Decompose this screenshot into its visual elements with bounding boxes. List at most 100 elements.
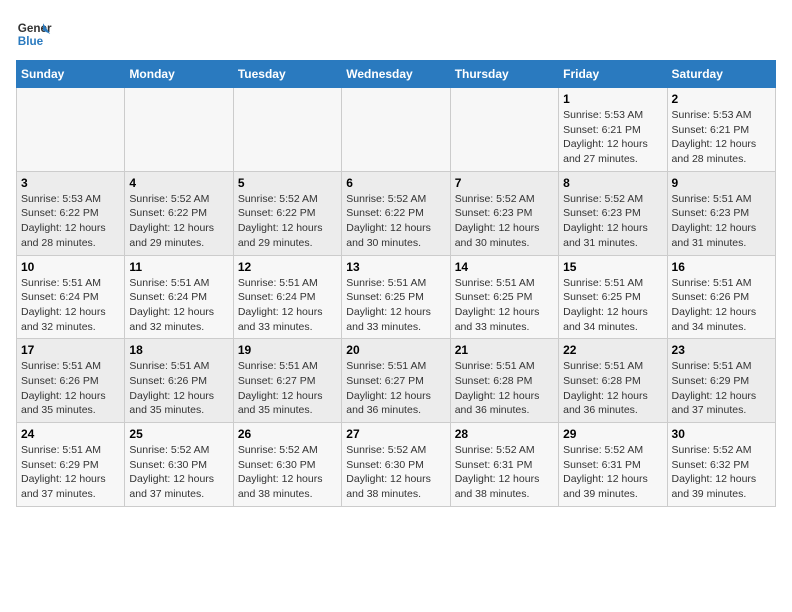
- calendar-cell: 26Sunrise: 5:52 AM Sunset: 6:30 PM Dayli…: [233, 423, 341, 507]
- weekday-header-cell: Thursday: [450, 61, 558, 88]
- calendar-cell: 17 Sunrise: 5:51 AM Sunset: 6:26 PM Dayli…: [17, 339, 125, 423]
- calendar-body: 1 Sunrise: 5:53 AM Sunset: 6:21 PM Daylig…: [17, 88, 776, 507]
- day-info: Sunrise: 5:53 AM Sunset: 6:21 PM Dayligh…: [672, 108, 771, 167]
- day-number: 24: [21, 427, 120, 441]
- day-number: 14: [455, 260, 554, 274]
- day-number: 19: [238, 343, 337, 357]
- day-info: Sunrise: 5:52 AM Sunset: 6:31 PM Dayligh…: [563, 443, 662, 502]
- weekday-header-cell: Saturday: [667, 61, 775, 88]
- day-info: Sunrise: 5:51 AM Sunset: 6:29 PM Dayligh…: [21, 443, 120, 502]
- calendar-cell: 11 Sunrise: 5:51 AM Sunset: 6:24 PM Dayli…: [125, 255, 233, 339]
- calendar-cell: 9 Sunrise: 5:51 AM Sunset: 6:23 PM Daylig…: [667, 171, 775, 255]
- day-number: 2: [672, 92, 771, 106]
- day-number: 22: [563, 343, 662, 357]
- day-number: 1: [563, 92, 662, 106]
- weekday-header-row: SundayMondayTuesdayWednesdayThursdayFrid…: [17, 61, 776, 88]
- calendar-cell: 16 Sunrise: 5:51 AM Sunset: 6:26 PM Dayli…: [667, 255, 775, 339]
- day-info: Sunrise: 5:51 AM Sunset: 6:24 PM Dayligh…: [21, 276, 120, 335]
- day-info: Sunrise: 5:51 AM Sunset: 6:24 PM Dayligh…: [238, 276, 337, 335]
- day-number: 9: [672, 176, 771, 190]
- calendar-cell: 30 Sunrise: 5:52 AM Sunset: 6:32 PM Dayli…: [667, 423, 775, 507]
- calendar-cell: 12 Sunrise: 5:51 AM Sunset: 6:24 PM Dayli…: [233, 255, 341, 339]
- calendar-cell: 6 Sunrise: 5:52 AM Sunset: 6:22 PM Daylig…: [342, 171, 450, 255]
- day-number: 7: [455, 176, 554, 190]
- calendar-cell: 18Sunrise: 5:51 AM Sunset: 6:26 PM Dayli…: [125, 339, 233, 423]
- day-info: Sunrise: 5:53 AM Sunset: 6:21 PM Dayligh…: [563, 108, 662, 167]
- day-info: Sunrise: 5:51 AM Sunset: 6:27 PM Dayligh…: [238, 359, 337, 418]
- calendar-cell: 21Sunrise: 5:51 AM Sunset: 6:28 PM Dayli…: [450, 339, 558, 423]
- day-info: Sunrise: 5:51 AM Sunset: 6:24 PM Dayligh…: [129, 276, 228, 335]
- day-info: Sunrise: 5:52 AM Sunset: 6:23 PM Dayligh…: [455, 192, 554, 251]
- day-info: Sunrise: 5:51 AM Sunset: 6:26 PM Dayligh…: [672, 276, 771, 335]
- day-number: 26: [238, 427, 337, 441]
- day-number: 10: [21, 260, 120, 274]
- weekday-header-cell: Friday: [559, 61, 667, 88]
- logo-icon: General Blue: [16, 16, 52, 52]
- day-info: Sunrise: 5:52 AM Sunset: 6:22 PM Dayligh…: [129, 192, 228, 251]
- day-number: 17: [21, 343, 120, 357]
- calendar-cell: 3 Sunrise: 5:53 AM Sunset: 6:22 PM Daylig…: [17, 171, 125, 255]
- calendar-cell: [450, 88, 558, 172]
- calendar-cell: 25 Sunrise: 5:52 AM Sunset: 6:30 PM Dayli…: [125, 423, 233, 507]
- day-number: 15: [563, 260, 662, 274]
- calendar-week-row: 24 Sunrise: 5:51 AM Sunset: 6:29 PM Dayli…: [17, 423, 776, 507]
- calendar-cell: 28Sunrise: 5:52 AM Sunset: 6:31 PM Dayli…: [450, 423, 558, 507]
- day-number: 27: [346, 427, 445, 441]
- calendar-cell: 2 Sunrise: 5:53 AM Sunset: 6:21 PM Daylig…: [667, 88, 775, 172]
- day-number: 6: [346, 176, 445, 190]
- calendar-cell: 27 Sunrise: 5:52 AM Sunset: 6:30 PM Dayli…: [342, 423, 450, 507]
- calendar: SundayMondayTuesdayWednesdayThursdayFrid…: [16, 60, 776, 507]
- day-info: Sunrise: 5:51 AM Sunset: 6:29 PM Dayligh…: [672, 359, 771, 418]
- calendar-week-row: 10 Sunrise: 5:51 AM Sunset: 6:24 PM Dayli…: [17, 255, 776, 339]
- day-number: 3: [21, 176, 120, 190]
- day-info: Sunrise: 5:51 AM Sunset: 6:26 PM Dayligh…: [21, 359, 120, 418]
- calendar-cell: 5 Sunrise: 5:52 AM Sunset: 6:22 PM Daylig…: [233, 171, 341, 255]
- calendar-cell: [125, 88, 233, 172]
- day-number: 11: [129, 260, 228, 274]
- calendar-cell: 24 Sunrise: 5:51 AM Sunset: 6:29 PM Dayli…: [17, 423, 125, 507]
- day-number: 5: [238, 176, 337, 190]
- calendar-cell: 19 Sunrise: 5:51 AM Sunset: 6:27 PM Dayli…: [233, 339, 341, 423]
- day-info: Sunrise: 5:51 AM Sunset: 6:25 PM Dayligh…: [455, 276, 554, 335]
- calendar-cell: 14 Sunrise: 5:51 AM Sunset: 6:25 PM Dayli…: [450, 255, 558, 339]
- svg-text:General: General: [18, 22, 52, 35]
- day-info: Sunrise: 5:51 AM Sunset: 6:23 PM Dayligh…: [672, 192, 771, 251]
- day-number: 13: [346, 260, 445, 274]
- calendar-cell: 20Sunrise: 5:51 AM Sunset: 6:27 PM Dayli…: [342, 339, 450, 423]
- calendar-cell: 29 Sunrise: 5:52 AM Sunset: 6:31 PM Dayli…: [559, 423, 667, 507]
- weekday-header-cell: Sunday: [17, 61, 125, 88]
- weekday-header-cell: Monday: [125, 61, 233, 88]
- day-number: 8: [563, 176, 662, 190]
- weekday-header-cell: Wednesday: [342, 61, 450, 88]
- calendar-cell: 4Sunrise: 5:52 AM Sunset: 6:22 PM Daylig…: [125, 171, 233, 255]
- calendar-cell: 7 Sunrise: 5:52 AM Sunset: 6:23 PM Daylig…: [450, 171, 558, 255]
- day-info: Sunrise: 5:52 AM Sunset: 6:30 PM Dayligh…: [129, 443, 228, 502]
- calendar-week-row: 3 Sunrise: 5:53 AM Sunset: 6:22 PM Daylig…: [17, 171, 776, 255]
- page-header: General Blue: [16, 16, 776, 52]
- calendar-cell: 10 Sunrise: 5:51 AM Sunset: 6:24 PM Dayli…: [17, 255, 125, 339]
- calendar-cell: [342, 88, 450, 172]
- weekday-header-cell: Tuesday: [233, 61, 341, 88]
- day-info: Sunrise: 5:52 AM Sunset: 6:22 PM Dayligh…: [346, 192, 445, 251]
- day-info: Sunrise: 5:53 AM Sunset: 6:22 PM Dayligh…: [21, 192, 120, 251]
- day-info: Sunrise: 5:52 AM Sunset: 6:30 PM Dayligh…: [346, 443, 445, 502]
- svg-text:Blue: Blue: [18, 35, 44, 48]
- day-number: 16: [672, 260, 771, 274]
- day-number: 30: [672, 427, 771, 441]
- day-info: Sunrise: 5:51 AM Sunset: 6:25 PM Dayligh…: [346, 276, 445, 335]
- day-number: 23: [672, 343, 771, 357]
- calendar-cell: [17, 88, 125, 172]
- day-info: Sunrise: 5:51 AM Sunset: 6:28 PM Dayligh…: [563, 359, 662, 418]
- day-info: Sunrise: 5:51 AM Sunset: 6:28 PM Dayligh…: [455, 359, 554, 418]
- day-number: 12: [238, 260, 337, 274]
- calendar-cell: 1 Sunrise: 5:53 AM Sunset: 6:21 PM Daylig…: [559, 88, 667, 172]
- day-number: 25: [129, 427, 228, 441]
- calendar-cell: 8Sunrise: 5:52 AM Sunset: 6:23 PM Daylig…: [559, 171, 667, 255]
- day-info: Sunrise: 5:52 AM Sunset: 6:32 PM Dayligh…: [672, 443, 771, 502]
- day-info: Sunrise: 5:52 AM Sunset: 6:31 PM Dayligh…: [455, 443, 554, 502]
- day-info: Sunrise: 5:51 AM Sunset: 6:27 PM Dayligh…: [346, 359, 445, 418]
- day-info: Sunrise: 5:52 AM Sunset: 6:22 PM Dayligh…: [238, 192, 337, 251]
- calendar-cell: [233, 88, 341, 172]
- day-number: 29: [563, 427, 662, 441]
- day-info: Sunrise: 5:51 AM Sunset: 6:26 PM Dayligh…: [129, 359, 228, 418]
